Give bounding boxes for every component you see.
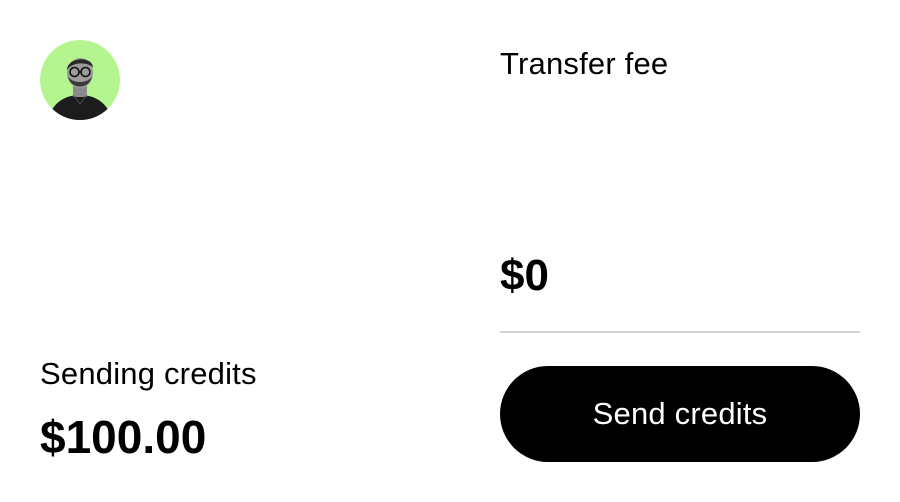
send-credits-button[interactable]: Send credits <box>500 366 860 462</box>
transfer-fee-amount: $0 <box>500 251 549 300</box>
sending-credits-label: Sending credits <box>40 356 257 391</box>
sending-credits-amount: $100.00 <box>40 411 207 463</box>
transfer-fee-label: Transfer fee <box>500 46 669 81</box>
user-avatar-icon <box>48 58 112 120</box>
divider <box>500 331 860 333</box>
avatar <box>40 40 120 120</box>
